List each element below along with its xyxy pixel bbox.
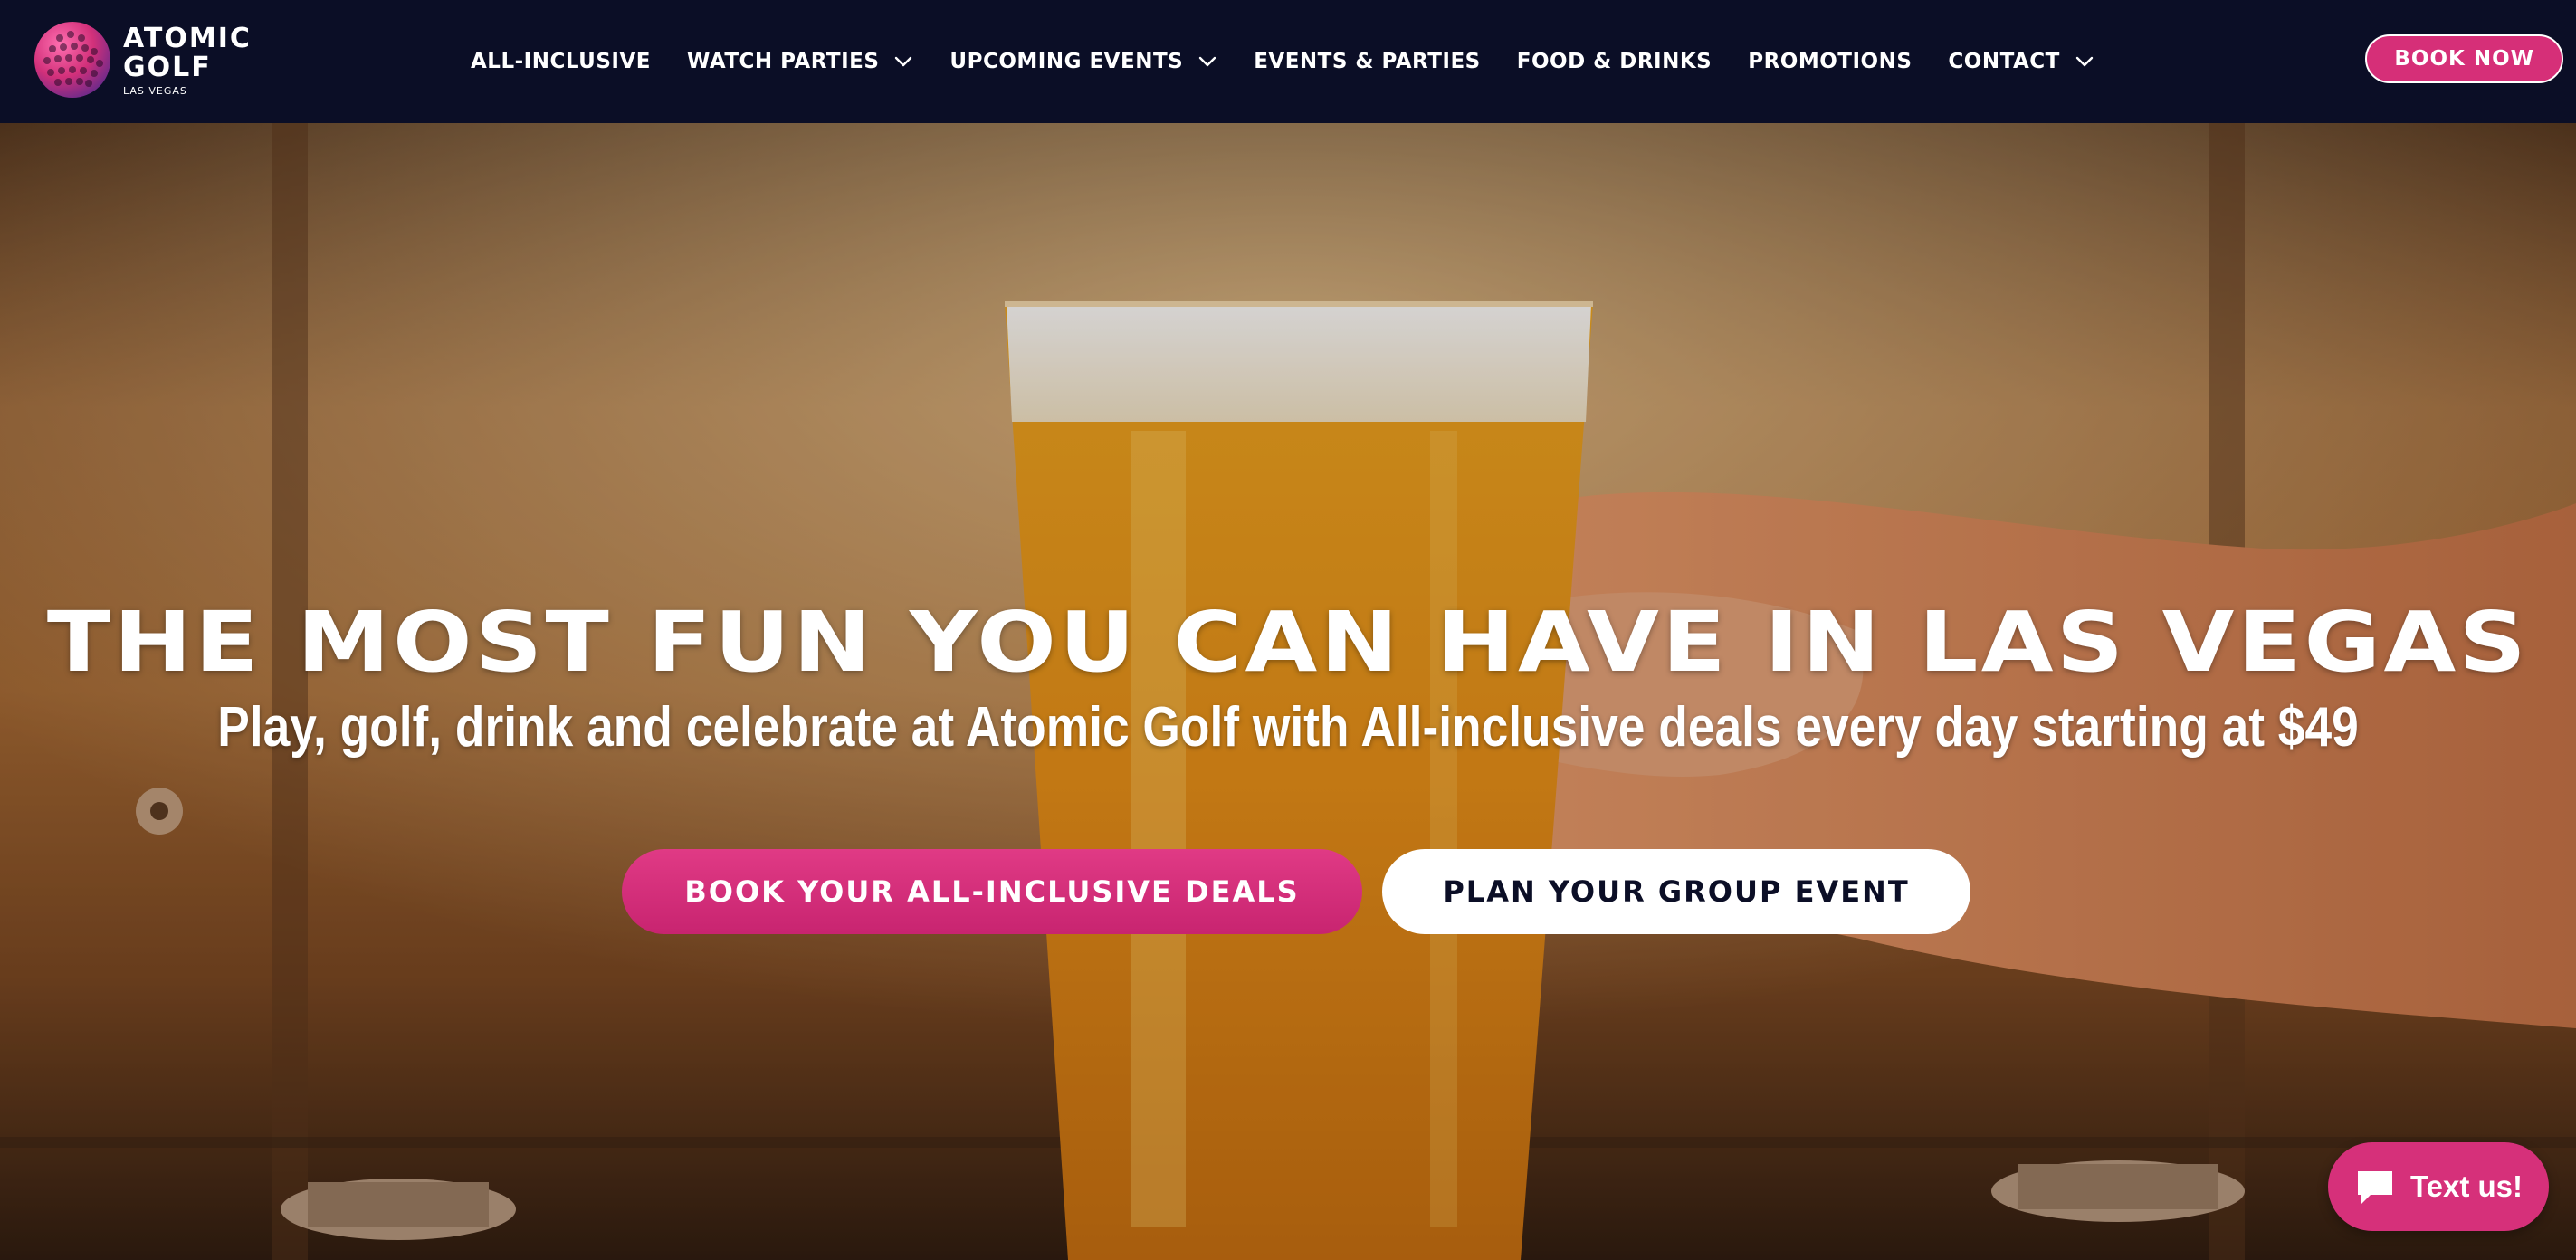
nav-item-label: CONTACT: [1948, 50, 2060, 73]
nav-item-label: EVENTS & PARTIES: [1254, 50, 1481, 73]
nav-item-food-drinks[interactable]: FOOD & DRINKS: [1517, 50, 1712, 73]
chevron-down-icon: [1199, 56, 1216, 67]
nav-item-label: UPCOMING EVENTS: [949, 50, 1184, 73]
plan-group-event-button[interactable]: PLAN YOUR GROUP EVENT: [1382, 849, 1970, 934]
nav-item-label: ALL-INCLUSIVE: [471, 50, 651, 73]
text-us-chat-button[interactable]: Text us!: [2328, 1142, 2549, 1231]
nav-item-promotions[interactable]: PROMOTIONS: [1748, 50, 1912, 73]
nav-item-upcoming-events[interactable]: UPCOMING EVENTS: [949, 50, 1217, 73]
brand-name: ATOMIC GOLF: [123, 22, 252, 83]
nav-item-label: FOOD & DRINKS: [1516, 50, 1713, 73]
hero-overlay: [0, 123, 2576, 1260]
hero-title: THE MOST FUN YOU CAN HAVE IN LAS VEGAS: [46, 594, 2530, 691]
nav-item-label: WATCH PARTIES: [687, 50, 880, 73]
nav-item-watch-parties[interactable]: WATCH PARTIES: [687, 50, 913, 73]
hero-cta-group: BOOK YOUR ALL-INCLUSIVE DEALS PLAN YOUR …: [0, 849, 2576, 934]
hero-section: THE MOST FUN YOU CAN HAVE IN LAS VEGAS P…: [0, 123, 2576, 1260]
nav-item-all-inclusive[interactable]: ALL-INCLUSIVE: [471, 50, 651, 73]
text-us-label: Text us!: [2409, 1169, 2524, 1203]
golf-ball-icon: [34, 22, 110, 98]
chat-bubble-icon: [2357, 1171, 2392, 1204]
nav-item-label: PROMOTIONS: [1748, 50, 1913, 73]
book-all-inclusive-button[interactable]: BOOK YOUR ALL-INCLUSIVE DEALS: [622, 849, 1362, 934]
nav-item-contact[interactable]: CONTACT: [1948, 50, 2094, 73]
brand-logo[interactable]: ATOMIC GOLF LAS VEGAS: [34, 22, 252, 98]
chevron-down-icon: [2075, 56, 2094, 67]
hero-subtitle: Play, golf, drink and celebrate at Atomi…: [217, 696, 2359, 759]
nav-item-events-parties[interactable]: EVENTS & PARTIES: [1254, 50, 1481, 73]
chevron-down-icon: [895, 56, 912, 67]
brand-location: LAS VEGAS: [123, 84, 187, 97]
book-now-button[interactable]: BOOK NOW: [2365, 34, 2563, 83]
main-menu: ALL-INCLUSIVE WATCH PARTIES UPCOMING EVE…: [471, 0, 2131, 123]
top-navigation-bar: ATOMIC GOLF LAS VEGAS ALL-INCLUSIVE WATC…: [0, 0, 2576, 123]
